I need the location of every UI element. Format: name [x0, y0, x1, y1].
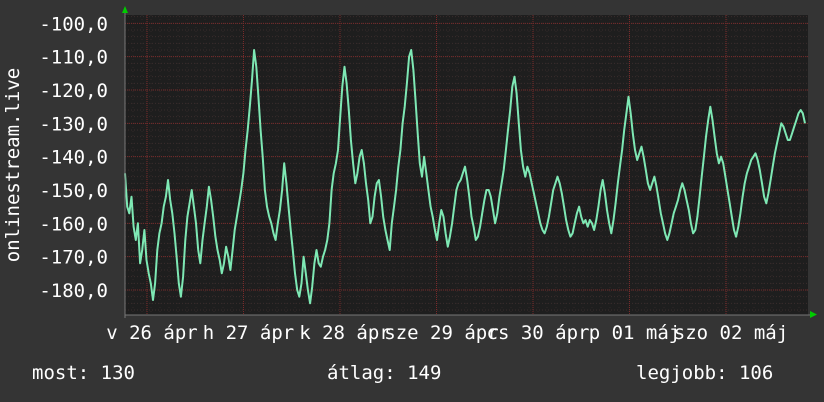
y-tick-label: -100,0: [39, 13, 108, 35]
y-tick-label: -110,0: [39, 47, 108, 69]
y-tick-label: -120,0: [39, 80, 108, 102]
y-axis-label: onlinestream.live: [2, 68, 24, 262]
stat-average: átlag: 149: [327, 362, 442, 384]
x-tick-label: p 01 máj: [589, 322, 681, 344]
y-tick-label: -140,0: [39, 147, 108, 169]
x-tick-label: h 27 ápr: [203, 322, 295, 344]
y-tick-label: -170,0: [39, 247, 108, 269]
y-tick-label: -180,0: [39, 280, 108, 302]
y-tick-label: -160,0: [39, 213, 108, 235]
x-tick-label: k 28 ápr: [299, 322, 391, 344]
x-tick-label: v 26 ápr: [106, 322, 198, 344]
stat-current: most: 130: [32, 362, 135, 384]
y-tick-label: -130,0: [39, 113, 108, 135]
x-tick-labels: v 26 ápr h 27 ápr k 28 áprsze 29 áprcs 30 …: [106, 322, 788, 344]
x-tick-label: sze 29 ápr: [384, 322, 498, 344]
chart: -100,0 -110,0 -120,0 -130,0 -140,0 -150,0 -160…: [2, 6, 817, 344]
y-tick-labels: -100,0 -110,0 -120,0 -130,0 -140,0 -150,0 -160…: [39, 13, 108, 302]
x-tick-label: szo 02 máj: [674, 322, 788, 344]
y-tick-label: -150,0: [39, 180, 108, 202]
stat-best: legjobb: 106: [636, 362, 774, 384]
x-tick-label: cs 30 ápr: [487, 322, 590, 344]
y-axis-arrow: [122, 6, 128, 13]
x-axis-arrow: [810, 311, 817, 318]
